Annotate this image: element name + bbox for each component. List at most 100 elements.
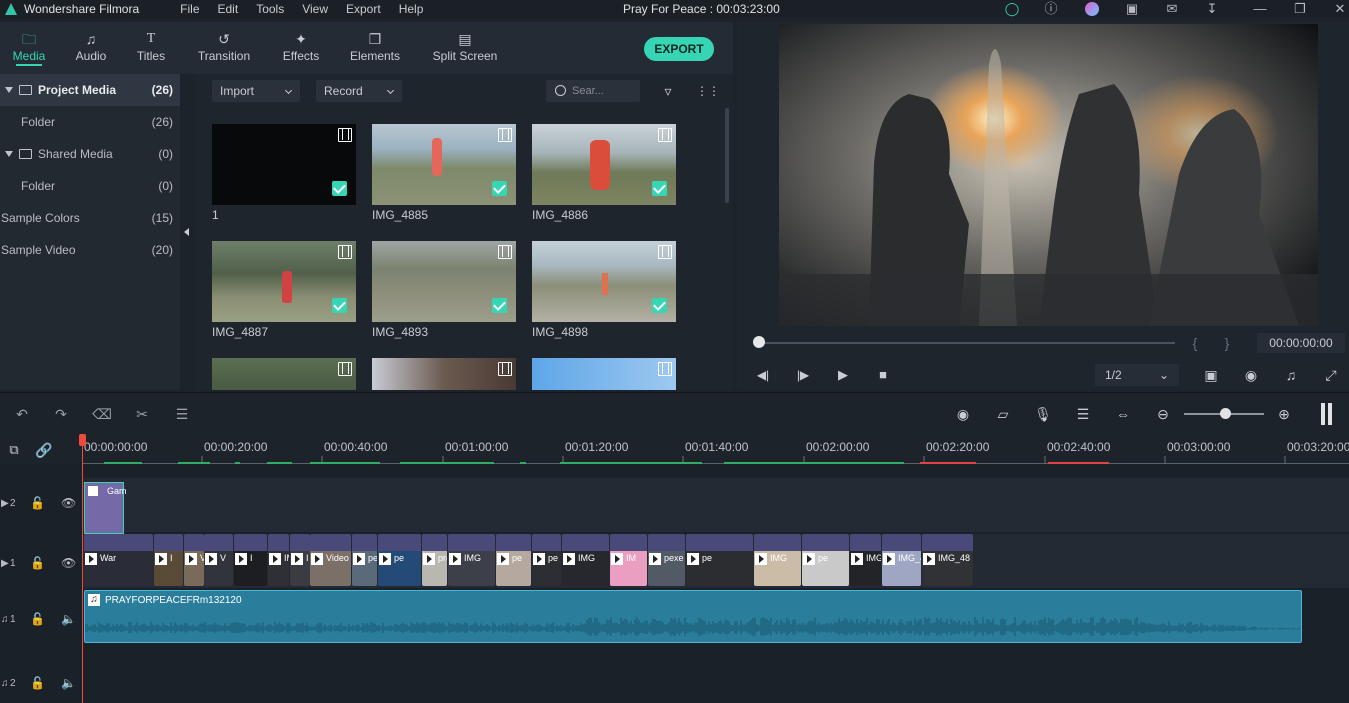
media-thumb[interactable] — [212, 358, 356, 390]
minimize-icon[interactable]: — — [1252, 1, 1268, 17]
mark-in-icon[interactable]: { — [1185, 333, 1205, 353]
menu-view[interactable]: View — [302, 2, 328, 16]
headset-icon[interactable]: ◯ — [1004, 1, 1020, 17]
mark-out-icon[interactable]: } — [1217, 333, 1237, 353]
menu-edit[interactable]: Edit — [218, 2, 239, 16]
video-clip[interactable]: Video — [310, 534, 351, 586]
preview-quality-dropdown[interactable]: 1/2 ⌄ — [1095, 364, 1179, 386]
menu-help[interactable]: Help — [399, 2, 424, 16]
audio-mixer-icon[interactable]: ☰ — [1073, 405, 1093, 423]
timeline-ruler[interactable]: ⧉ 🔗 00:00:00:00 00:00:20:00 00:00:40:00 … — [0, 434, 1349, 464]
add-track-icon[interactable]: ⧉ — [4, 440, 24, 460]
video-clip[interactable]: I — [154, 534, 183, 586]
play-frame-icon[interactable]: |▶ — [793, 365, 813, 385]
video-clip[interactable]: IMG — [754, 534, 801, 586]
menu-tools[interactable]: Tools — [256, 2, 284, 16]
maximize-icon[interactable]: ❐ — [1292, 1, 1308, 17]
info-icon[interactable]: ⓘ — [1043, 1, 1059, 17]
scissors-icon[interactable]: ✂ — [132, 405, 152, 423]
render-icon[interactable]: ◉ — [953, 405, 973, 423]
media-thumb[interactable] — [372, 358, 516, 390]
media-thumb[interactable] — [212, 124, 356, 205]
undo-icon[interactable]: ↶ — [12, 405, 32, 423]
lock-icon[interactable]: 🔓 — [30, 612, 45, 626]
lock-icon[interactable]: 🔓 — [30, 676, 45, 690]
video-clip[interactable]: War — [84, 534, 153, 586]
video-clip[interactable]: pro — [422, 534, 447, 586]
filter-icon[interactable]: ▿ — [658, 81, 678, 101]
tab-elements[interactable]: ❐ Elements — [348, 22, 402, 74]
audio-clip[interactable]: ♫ PRAYFORPEACEFRm132120 — [84, 590, 1302, 643]
video-clip[interactable]: IMG_4 — [850, 534, 881, 586]
video-clip[interactable]: I — [290, 534, 310, 586]
eye-icon[interactable]: 👁 — [61, 496, 76, 510]
eye-icon[interactable]: 👁 — [61, 556, 76, 570]
zoom-in-icon[interactable]: ⊕ — [1274, 405, 1294, 423]
media-thumb[interactable] — [532, 358, 676, 390]
close-icon[interactable]: ✕ — [1332, 1, 1348, 17]
video-clip[interactable]: pe — [532, 534, 561, 586]
media-thumb[interactable] — [372, 241, 516, 322]
download-icon[interactable]: ↧ — [1204, 1, 1220, 17]
fullscreen-icon[interactable]: ⤢ — [1321, 365, 1341, 385]
tab-effects[interactable]: ✦ Effects — [280, 22, 322, 74]
title-clip[interactable]: Gam — [84, 482, 127, 534]
video-clip[interactable]: V — [204, 534, 233, 586]
sidebar-item-shared-media[interactable]: Shared Media (0) — [0, 138, 180, 170]
video-clip[interactable]: pe — [496, 534, 531, 586]
search-input[interactable]: Sear... — [546, 80, 640, 102]
collapse-sidebar-icon[interactable] — [184, 228, 189, 236]
fit-timeline-icon[interactable]: ⇔ — [1113, 405, 1133, 423]
video-clip[interactable]: pe — [352, 534, 377, 586]
redo-icon[interactable]: ↷ — [51, 405, 71, 423]
delete-icon[interactable]: ⌫ — [92, 405, 112, 423]
video-clip[interactable]: pe — [686, 534, 753, 586]
tab-transition[interactable]: ↺ Transition — [196, 22, 252, 74]
sidebar-item-sample-video[interactable]: Sample Video (20) — [0, 234, 180, 266]
video-clip[interactable]: V — [184, 534, 204, 586]
save-icon[interactable]: ▣ — [1124, 1, 1140, 17]
video-clip[interactable]: pe — [378, 534, 421, 586]
seek-handle[interactable] — [753, 336, 765, 348]
playhead[interactable] — [79, 434, 86, 703]
mail-icon[interactable]: ✉ — [1164, 1, 1180, 17]
menu-file[interactable]: File — [180, 2, 199, 16]
play-icon[interactable]: ▶ — [833, 365, 853, 385]
adjust-icon[interactable]: ☰ — [172, 405, 192, 423]
link-icon[interactable]: 🔗 — [34, 440, 54, 460]
video-clip[interactable]: pexe — [648, 534, 685, 586]
microphone-icon[interactable]: 🎙 — [1033, 405, 1053, 423]
tab-audio[interactable]: ♫ Audio — [72, 22, 110, 74]
video-track-1[interactable]: War I V V I IMG I Video pe pe pro IMG pe pe IMG IM pexe p… — [82, 534, 1349, 588]
sidebar-item-sample-colors[interactable]: Sample Colors (15) — [0, 202, 180, 234]
export-button[interactable]: EXPORT — [644, 37, 714, 61]
video-clip[interactable]: IMG — [448, 534, 495, 586]
tab-media[interactable]: 🗀 Media — [8, 22, 50, 74]
lock-icon[interactable]: 🔓 — [30, 496, 45, 510]
speaker-icon[interactable]: 🔈 — [61, 676, 76, 690]
volume-icon[interactable]: ♫ — [1281, 365, 1301, 385]
record-dropdown[interactable]: Record — [316, 80, 402, 102]
speaker-icon[interactable]: 🔈 — [61, 612, 76, 626]
avatar[interactable] — [1084, 1, 1100, 17]
media-thumb[interactable] — [372, 124, 516, 205]
import-dropdown[interactable]: Import — [212, 80, 300, 102]
video-clip[interactable]: IMG_4 — [882, 534, 921, 586]
stop-icon[interactable]: ■ — [873, 365, 893, 385]
video-clip[interactable]: IMG_48 — [922, 534, 973, 586]
media-thumb[interactable] — [212, 241, 356, 322]
snapshot-camera-icon[interactable]: ◉ — [1241, 365, 1261, 385]
monitor-icon[interactable]: ▣ — [1201, 365, 1221, 385]
video-clip[interactable]: IMG — [562, 534, 609, 586]
grid-view-icon[interactable]: ⋮⋮ — [696, 81, 720, 101]
video-clip[interactable]: IM — [610, 534, 647, 586]
video-track-2[interactable]: Gam — [82, 478, 1349, 534]
marker-icon[interactable]: ▱ — [993, 405, 1013, 423]
sidebar-item-folder[interactable]: Folder (0) — [0, 170, 180, 202]
video-clip[interactable]: I — [234, 534, 267, 586]
video-clip[interactable]: IMG — [268, 534, 289, 586]
media-scrollbar[interactable] — [725, 108, 729, 203]
sidebar-item-folder[interactable]: Folder (26) — [0, 106, 180, 138]
video-clip[interactable]: pe — [802, 534, 849, 586]
step-back-icon[interactable]: ◀| — [753, 365, 773, 385]
